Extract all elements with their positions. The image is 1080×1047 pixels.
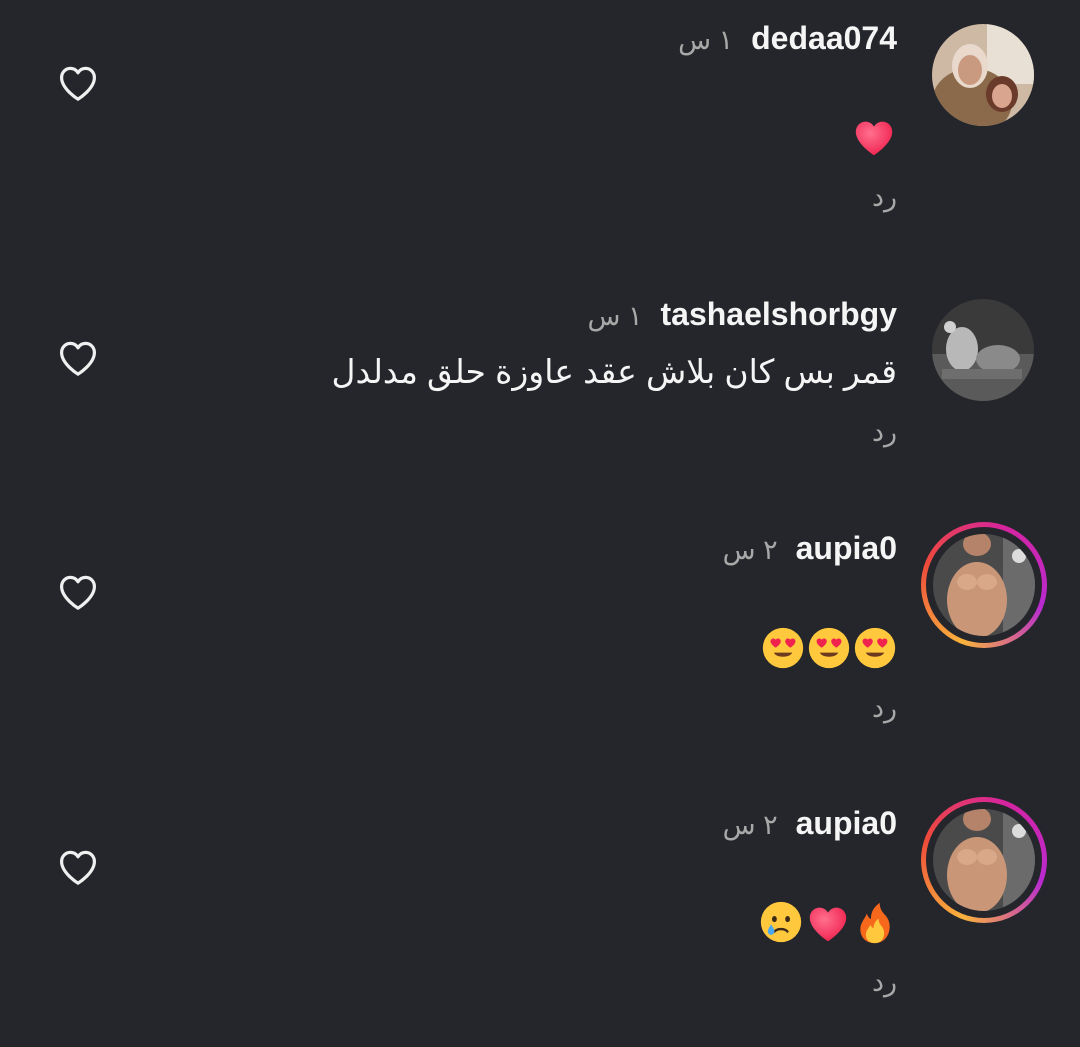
reply-link[interactable]: رد <box>872 967 897 998</box>
comment-header: aupia0 ٢ س <box>723 805 897 842</box>
username[interactable]: aupia0 <box>796 530 897 567</box>
reply-link[interactable]: رد <box>872 417 897 448</box>
avatar[interactable] <box>933 534 1035 636</box>
comment-item: aupia0 ٢ س رد <box>0 0 1080 997</box>
comment-header: aupia0 ٢ س <box>723 530 897 567</box>
reply-link[interactable]: رد <box>872 693 897 724</box>
timestamp: ٢ س <box>722 535 778 565</box>
comment-emojis <box>759 900 897 946</box>
avatar[interactable] <box>932 299 1034 401</box>
heart-eyes-icon <box>808 627 850 669</box>
timestamp: ١ س <box>587 301 643 331</box>
comment-text: قمر بس كان بلاش عقد عاوزة حلق مدلدل <box>331 353 897 390</box>
red-heart-icon <box>809 907 847 942</box>
username[interactable]: tashaelshorbgy <box>660 296 897 333</box>
story-ring[interactable] <box>921 797 1047 923</box>
like-heart-icon[interactable] <box>52 842 104 890</box>
fire-icon <box>860 902 890 944</box>
crying-face-icon <box>760 901 802 943</box>
like-heart-icon[interactable] <box>52 333 104 381</box>
story-ring[interactable] <box>921 522 1047 648</box>
heart-eyes-icon <box>762 627 804 669</box>
like-heart-icon[interactable] <box>52 567 104 615</box>
heart-eyes-icon <box>854 627 896 669</box>
timestamp: ٢ س <box>722 810 778 840</box>
comment-emojis <box>761 626 897 670</box>
avatar[interactable] <box>933 809 1035 911</box>
username[interactable]: aupia0 <box>796 805 897 842</box>
comment-header: tashaelshorbgy ١ س <box>588 296 898 333</box>
